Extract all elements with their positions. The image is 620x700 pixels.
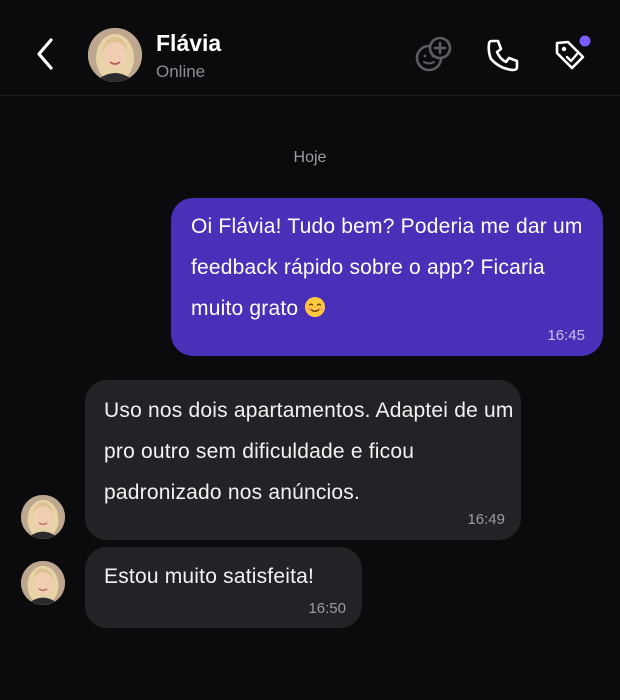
back-chevron-icon bbox=[37, 38, 53, 70]
contact-name[interactable]: Flávia bbox=[156, 30, 221, 57]
message-text-content: Oi Flávia! Tudo bem? Poderia me dar um f… bbox=[191, 215, 583, 320]
message-time: 16:49 bbox=[467, 511, 505, 528]
back-button[interactable] bbox=[30, 32, 66, 76]
avatar-photo bbox=[21, 561, 65, 605]
avatar-photo bbox=[88, 28, 142, 82]
chat-header: Flávia Online bbox=[0, 0, 620, 96]
avatar-photo bbox=[21, 495, 65, 539]
sender-avatar[interactable] bbox=[21, 561, 65, 605]
contact-avatar[interactable] bbox=[88, 28, 142, 82]
message-text: Oi Flávia! Tudo bem? Poderia me dar um f… bbox=[191, 206, 591, 329]
message-bubble-incoming[interactable]: Estou muito satisfeita! 16:50 bbox=[85, 547, 362, 628]
sticker-add-icon bbox=[415, 36, 452, 72]
message-time: 16:50 bbox=[308, 600, 346, 617]
message-text: Uso nos dois apartamentos. Adaptei de um… bbox=[104, 399, 514, 504]
message-text: Estou muito satisfeita! bbox=[104, 565, 315, 588]
smiling-face-emoji bbox=[305, 297, 326, 317]
message-bubble-incoming[interactable]: Uso nos dois apartamentos. Adaptei de um… bbox=[85, 380, 521, 540]
message-time: 16:45 bbox=[547, 327, 585, 344]
phone-icon bbox=[487, 39, 519, 72]
tag-button[interactable] bbox=[550, 34, 592, 76]
sender-avatar[interactable] bbox=[21, 495, 65, 539]
message-bubble-outgoing[interactable]: Oi Flávia! Tudo bem? Poderia me dar um f… bbox=[171, 198, 603, 356]
sticker-button[interactable] bbox=[413, 34, 455, 76]
call-button[interactable] bbox=[482, 34, 524, 76]
contact-status: Online bbox=[156, 62, 206, 81]
notification-dot bbox=[579, 35, 591, 47]
date-separator: Hoje bbox=[293, 149, 327, 166]
tag-icon bbox=[555, 35, 591, 70]
